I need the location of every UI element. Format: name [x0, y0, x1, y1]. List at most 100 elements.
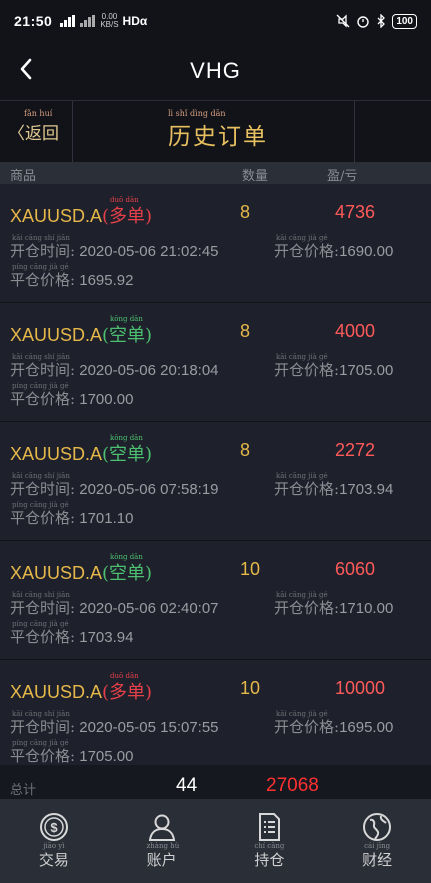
tab-divider-right	[354, 101, 355, 163]
close-price-label: píng cāng jià gé 平仓价格:	[10, 739, 75, 765]
nav-text: 财经	[362, 851, 393, 869]
label-pinyin: kāi cāng jià gé	[276, 353, 328, 361]
label-text: 开仓价格:	[274, 599, 340, 617]
label-pinyin: kāi cāng jià gé	[276, 234, 328, 242]
history-tabbar: fǎn huí 〈返回 lì shǐ dìng dān 历史订单	[0, 100, 431, 163]
user-icon	[148, 814, 175, 841]
open-price-line: kāi cāng jià gé 开仓价格:1710.00	[274, 591, 394, 618]
column-pnl: 盈/亏	[327, 169, 358, 184]
svg-text:$: $	[50, 820, 58, 835]
open-price-line: kāi cāng jià gé 开仓价格:1690.00	[274, 234, 393, 261]
close-price-label: píng cāng jià gé 平仓价格:	[10, 620, 75, 646]
column-header: 商品 数量 盈/亏	[0, 162, 431, 184]
open-time-value: 2020-05-06 20:18:04	[79, 362, 219, 379]
open-time-line: kāi cāng shí jiān 开仓时间: 2020-05-05 15:07:…	[10, 710, 219, 737]
order-list: XAUUSD.A duō dān (多单) 8 4736 kāi cāng shí …	[0, 184, 431, 779]
nav-positions[interactable]: chí cāng 持仓	[216, 799, 324, 883]
close-price-line: píng cāng jià gé 平仓价格: 1703.94	[10, 620, 134, 647]
open-time-line: kāi cāng shí jiān 开仓时间: 2020-05-06 21:02:…	[10, 234, 219, 261]
order-row[interactable]: XAUUSD.A kōng dān (空单) 8 4000 kāi cāng shí…	[0, 303, 431, 422]
open-time-line: kāi cāng shí jiān 开仓时间: 2020-05-06 07:58:…	[10, 472, 219, 499]
direction-pinyin: duō dān	[110, 672, 139, 680]
signal-indicators: 0.00 KB/S HDα	[60, 13, 147, 29]
open-time-line: kāi cāng shí jiān 开仓时间: 2020-05-06 02:40:…	[10, 591, 219, 618]
label-pinyin: píng cāng jià gé	[12, 382, 69, 390]
close-price-line: píng cāng jià gé 平仓价格: 1700.00	[10, 382, 134, 409]
direction-label: kōng dān (空单)	[102, 315, 153, 346]
hd-indicator: HDα	[122, 14, 148, 28]
alarm-icon	[357, 16, 370, 28]
history-orders-title: lì shǐ dìng dān 历史订单	[168, 109, 268, 151]
direction-text: (空单)	[102, 325, 153, 346]
open-time-label: kāi cāng shí jiān 开仓时间:	[10, 472, 75, 498]
label-text: 平仓价格:	[10, 509, 76, 527]
nav-trade-label: jiāo yì 交易	[39, 842, 69, 870]
column-quantity: 数量	[242, 169, 269, 184]
nav-text: 账户	[146, 851, 177, 869]
nav-account-label: zhàng hù 账户	[146, 842, 180, 870]
label-text: 开仓价格:	[274, 718, 340, 736]
symbol-text: XAUUSD.A	[10, 563, 103, 583]
order-row[interactable]: XAUUSD.A kōng dān (空单) 8 2272 kāi cāng shí…	[0, 422, 431, 541]
label-pinyin: píng cāng jià gé	[12, 501, 69, 509]
order-symbol: XAUUSD.A duō dān (多单)	[10, 196, 153, 228]
status-time: 21:50	[14, 13, 53, 29]
close-price-value: 1705.00	[79, 748, 134, 765]
status-bar: 21:50 0.00 KB/S HDα 100	[0, 0, 431, 42]
nav-positions-label: chí cāng 持仓	[254, 842, 285, 870]
order-symbol: XAUUSD.A kōng dān (空单)	[10, 434, 152, 466]
close-price-value: 1701.10	[79, 510, 134, 527]
back-arrow-icon[interactable]	[12, 54, 42, 84]
status-right: 100	[336, 13, 417, 29]
direction-pinyin: kōng dān	[110, 553, 143, 561]
globe-icon	[363, 813, 392, 841]
dollar-circle-icon: $	[39, 813, 68, 841]
order-pnl: 10000	[335, 678, 386, 698]
open-price-label: kāi cāng jià gé 开仓价格:	[274, 234, 339, 260]
close-price-value: 1703.94	[79, 629, 134, 646]
direction-label: kōng dān (空单)	[102, 434, 152, 465]
direction-pinyin: duō dān	[110, 196, 139, 204]
open-time-value: 2020-05-06 02:40:07	[79, 600, 219, 617]
label-text: 开仓价格:	[274, 480, 340, 498]
order-row[interactable]: XAUUSD.A kōng dān (空单) 10 6060 kāi cāng sh…	[0, 541, 431, 660]
order-row[interactable]: XAUUSD.A duō dān (多单) 8 4736 kāi cāng shí …	[0, 184, 431, 303]
nav-account[interactable]: zhàng hù 账户	[108, 799, 216, 883]
total-quantity: 44	[176, 775, 198, 796]
tab-divider-left	[72, 101, 73, 163]
order-quantity: 10	[240, 678, 261, 698]
order-pnl: 2272	[335, 440, 376, 460]
nav-trade[interactable]: $ jiāo yì 交易	[0, 799, 108, 883]
history-title-pinyin: lì shǐ dìng dān	[168, 109, 226, 118]
open-time-label: kāi cāng shí jiān 开仓时间:	[10, 710, 76, 736]
direction-text: (多单)	[102, 206, 153, 227]
nav-text: 持仓	[254, 851, 285, 869]
open-time-label: kāi cāng shí jiān 开仓时间:	[10, 591, 75, 617]
label-text: 开仓时间:	[10, 718, 76, 736]
open-price-line: kāi cāng jià gé 开仓价格:1705.00	[274, 353, 394, 380]
nav-pinyin: cái jīng	[364, 842, 391, 850]
history-title-label: 历史订单	[168, 124, 268, 150]
label-pinyin: kāi cāng shí jiān	[12, 234, 70, 242]
close-price-label: píng cāng jià gé 平仓价格:	[10, 501, 76, 527]
signal-icon	[60, 15, 96, 27]
close-price-line: píng cāng jià gé 平仓价格: 1701.10	[10, 501, 134, 528]
bluetooth-icon	[377, 14, 386, 28]
nav-finance[interactable]: cái jīng 财经	[323, 799, 431, 883]
open-price-value: 1710.00	[339, 600, 394, 617]
direction-label: duō dān (多单)	[102, 196, 153, 227]
close-price-label: píng cāng jià gé 平仓价格:	[10, 263, 75, 289]
label-pinyin: kāi cāng jià gé	[276, 710, 328, 718]
close-price-value: 1700.00	[79, 391, 134, 408]
return-button[interactable]: fǎn huí 〈返回	[8, 109, 59, 144]
open-price-value: 1703.94	[339, 481, 394, 498]
label-pinyin: kāi cāng shí jiān	[12, 591, 70, 599]
label-text: 开仓时间:	[10, 361, 76, 379]
document-list-icon	[259, 813, 281, 841]
open-time-line: kāi cāng shí jiān 开仓时间: 2020-05-06 20:18:…	[10, 353, 219, 380]
order-row[interactable]: XAUUSD.A duō dān (多单) 10 10000 kāi cāng sh…	[0, 660, 431, 779]
nav-pinyin: jiāo yì	[43, 842, 65, 850]
open-price-value: 1705.00	[339, 362, 394, 379]
nav-finance-label: cái jīng 财经	[362, 842, 393, 870]
open-time-value: 2020-05-05 15:07:55	[79, 719, 219, 736]
